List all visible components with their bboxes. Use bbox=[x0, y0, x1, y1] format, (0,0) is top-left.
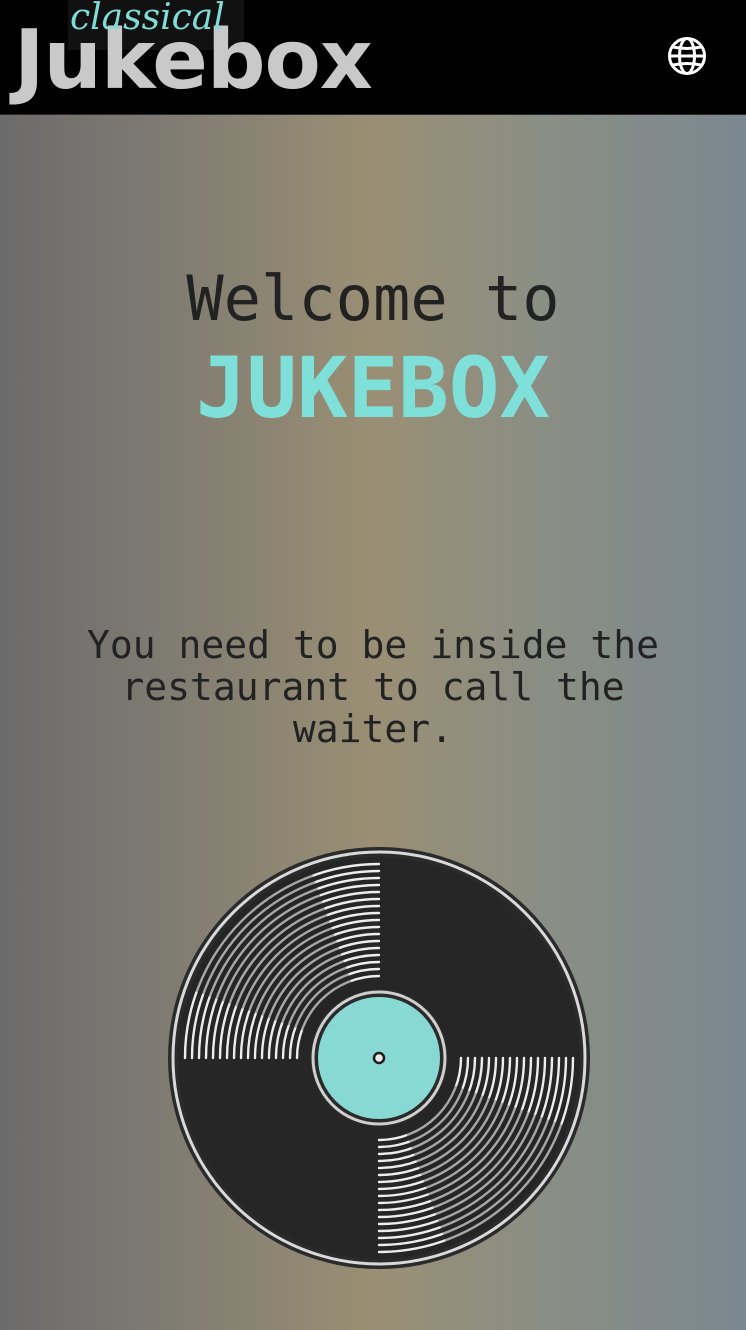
top-bar: Jukebox classical bbox=[0, 0, 746, 115]
vinyl-record-icon bbox=[166, 845, 592, 1271]
location-message: You need to be inside the restaurant to … bbox=[87, 623, 659, 751]
vinyl-record-graphic bbox=[168, 847, 590, 1269]
globe-icon bbox=[668, 37, 706, 75]
logo[interactable]: Jukebox classical bbox=[14, 0, 414, 108]
brand-heading: JUKEBOX bbox=[195, 339, 550, 437]
logo-script-text: classical bbox=[70, 0, 225, 38]
welcome-heading: Welcome to bbox=[186, 262, 560, 335]
language-button[interactable] bbox=[666, 35, 708, 77]
